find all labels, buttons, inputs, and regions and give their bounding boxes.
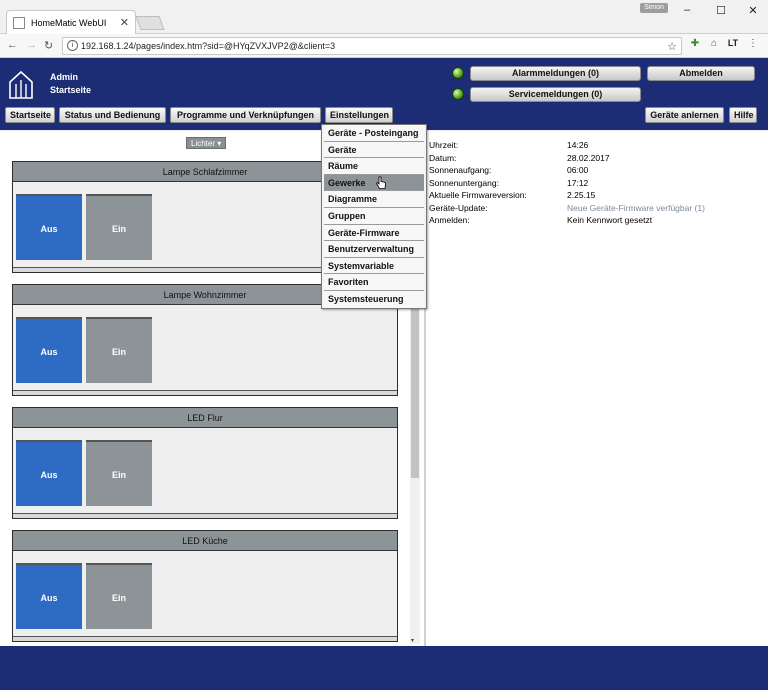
browser-titlebar: HomeMatic WebUI ✕ Simon – ☐ ✕ xyxy=(0,0,768,34)
info-value: Kein Kennwort gesetzt xyxy=(567,215,653,225)
system-info-pane: Uhrzeit: 14:26 Datum: 28.02.2017 Sonnena… xyxy=(426,131,768,646)
chevron-down-icon: ▾ xyxy=(217,139,222,148)
learn-devices-button[interactable]: Geräte anlernen xyxy=(645,107,724,123)
off-button[interactable]: Aus xyxy=(16,440,82,506)
dropdown-item-benutzerverwaltung[interactable]: Benutzerverwaltung xyxy=(324,241,424,258)
card-footer xyxy=(13,513,397,518)
on-button[interactable]: Ein xyxy=(86,317,152,383)
dropdown-item-diagramme[interactable]: Diagramme xyxy=(324,191,424,208)
info-label: Uhrzeit: xyxy=(429,140,459,150)
dropdown-item-systemvariable[interactable]: Systemvariable xyxy=(324,257,424,275)
browser-tab[interactable]: HomeMatic WebUI ✕ xyxy=(6,10,136,34)
info-label: Aktuelle Firmwareversion: xyxy=(429,190,527,200)
url-field[interactable]: i 192.168.1.24/pages/index.htm?sid=@HYqZ… xyxy=(62,37,682,55)
dropdown-item-geraete[interactable]: Geräte xyxy=(324,141,424,159)
off-button[interactable]: Aus xyxy=(16,563,82,629)
device-name: LED Küche xyxy=(13,531,397,551)
tab-close-icon[interactable]: ✕ xyxy=(120,16,129,29)
menu-programme-und-verknuepfungen[interactable]: Programme und Verknüpfungen xyxy=(170,107,321,123)
app-footer xyxy=(0,646,768,690)
card-footer xyxy=(13,390,397,395)
card-footer xyxy=(13,636,397,641)
dropdown-item-systemsteuerung[interactable]: Systemsteuerung xyxy=(324,290,424,308)
info-label: Geräte-Update: xyxy=(429,202,488,213)
info-value: 06:00 xyxy=(567,165,589,175)
hand-pointer-cursor-icon xyxy=(375,176,386,189)
menu-startseite[interactable]: Startseite xyxy=(5,107,55,123)
extension-icon[interactable]: LT xyxy=(726,38,740,52)
tab-title: HomeMatic WebUI xyxy=(31,17,107,28)
filter-label: Lichter xyxy=(191,139,216,148)
menu-einstellungen[interactable]: Einstellungen xyxy=(325,107,393,123)
dropdown-item-gruppen[interactable]: Gruppen xyxy=(324,207,424,225)
user-name: Admin xyxy=(50,72,78,82)
page-favicon-icon xyxy=(13,16,25,29)
user-info: Admin Startseite xyxy=(50,71,91,97)
on-button[interactable]: Ein xyxy=(86,440,152,506)
forward-icon[interactable]: → xyxy=(26,39,37,51)
bookmark-star-icon[interactable]: ☆ xyxy=(667,39,677,55)
off-button[interactable]: Aus xyxy=(16,194,82,260)
info-value: 14:26 xyxy=(567,140,589,150)
alarm-messages-button[interactable]: Alarmmeldungen (0) xyxy=(470,66,641,81)
device-card: LED Flur Aus Ein xyxy=(12,407,398,519)
info-value: 17:12 xyxy=(567,177,589,188)
device-name: LED Flur xyxy=(13,408,397,428)
homematic-logo-icon xyxy=(9,70,33,99)
url-text: 192.168.1.24/pages/index.htm?sid=@HYqZVX… xyxy=(81,41,336,51)
window-close-icon[interactable]: ✕ xyxy=(746,4,760,17)
favorites-filter-select[interactable]: Lichter ▾ xyxy=(186,137,227,149)
extension-icon[interactable]: ✚ xyxy=(688,38,702,52)
alarm-status-led-icon xyxy=(452,67,464,79)
dropdown-item-geraete-firmware[interactable]: Geräte-Firmware xyxy=(324,224,424,242)
info-label: Datum: xyxy=(429,152,457,163)
info-value: 2.25.15 xyxy=(567,190,596,200)
info-value: 28.02.2017 xyxy=(567,152,610,163)
settings-dropdown-menu: Geräte - Posteingang Geräte Räume Gewerk… xyxy=(321,124,427,309)
maximize-icon[interactable]: ☐ xyxy=(714,4,728,17)
current-page: Startseite xyxy=(50,85,92,95)
off-button[interactable]: Aus xyxy=(16,317,82,383)
back-icon[interactable]: ← xyxy=(7,39,18,51)
help-button[interactable]: Hilfe xyxy=(729,107,757,123)
dropdown-item-gewerke[interactable]: Gewerke xyxy=(324,174,424,192)
reload-icon[interactable]: ↻ xyxy=(44,39,53,52)
info-label: Anmelden: xyxy=(429,215,470,225)
dropdown-item-geraete-posteingang[interactable]: Geräte - Posteingang xyxy=(324,125,424,142)
device-card: LED Küche Aus Ein xyxy=(12,530,398,642)
site-info-icon[interactable]: i xyxy=(67,40,78,51)
logout-button[interactable]: Abmelden xyxy=(647,66,755,81)
menu-status-und-bedienung[interactable]: Status und Bedienung xyxy=(59,107,166,123)
service-status-led-icon xyxy=(452,88,464,100)
on-button[interactable]: Ein xyxy=(86,563,152,629)
info-label: Sonnenuntergang: xyxy=(429,177,499,188)
dropdown-item-raeume[interactable]: Räume xyxy=(324,158,424,175)
scroll-down-icon[interactable]: ▾ xyxy=(411,637,414,644)
firmware-update-link[interactable]: Neue Geräte-Firmware verfügbar (1) xyxy=(567,203,767,213)
address-toolbar: ← → ↻ i 192.168.1.24/pages/index.htm?sid… xyxy=(0,34,768,58)
profile-chip[interactable]: Simon xyxy=(640,3,668,13)
extension-icon[interactable]: ⌂ xyxy=(707,38,721,52)
browser-menu-icon[interactable]: ⋮ xyxy=(746,38,760,52)
dropdown-item-favoriten[interactable]: Favoriten xyxy=(324,274,424,291)
on-button[interactable]: Ein xyxy=(86,194,152,260)
new-tab-button[interactable] xyxy=(135,16,165,30)
service-messages-button[interactable]: Servicemeldungen (0) xyxy=(470,87,641,102)
minimize-icon[interactable]: – xyxy=(680,4,694,16)
info-label: Sonnenaufgang: xyxy=(429,165,492,175)
